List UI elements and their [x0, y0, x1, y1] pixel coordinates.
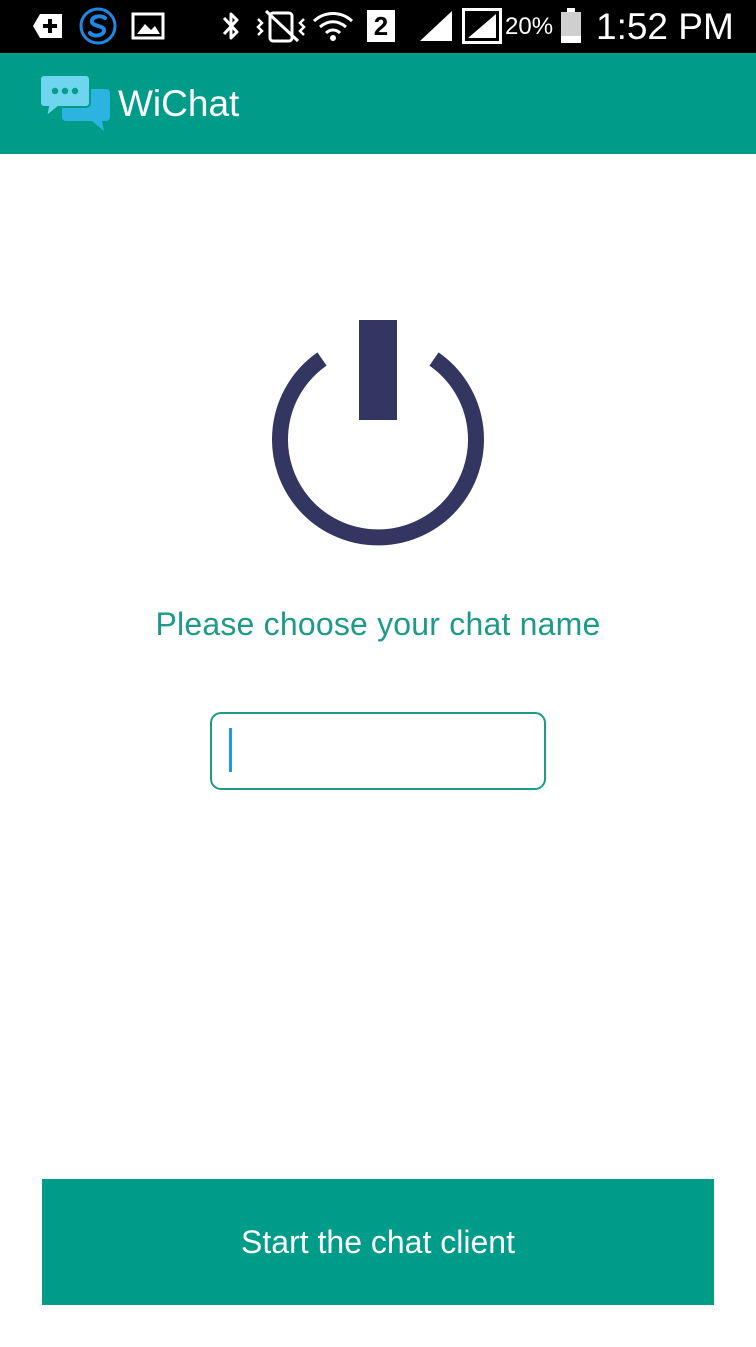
start-chat-button-label: Start the chat client	[241, 1223, 515, 1260]
text-caret	[229, 728, 232, 772]
chat-name-input[interactable]	[212, 714, 544, 788]
battery-icon	[558, 8, 584, 44]
image-icon	[130, 8, 166, 44]
vibrate-icon	[256, 8, 308, 44]
bluetooth-icon	[216, 8, 246, 44]
sim-2-icon: 2	[366, 8, 396, 44]
status-bar: 2 20% 1:52 PM	[0, 0, 756, 53]
app-bar: WiChat	[0, 53, 756, 154]
clock: 1:52 PM	[596, 6, 734, 47]
chat-name-prompt: Please choose your chat name	[155, 606, 601, 642]
wifi-icon	[312, 8, 354, 44]
battery-percent: 20%	[505, 13, 554, 40]
s-app-icon	[78, 7, 118, 45]
app-title: WiChat	[118, 83, 240, 124]
power-icon	[270, 318, 486, 548]
signal-icon	[418, 8, 454, 44]
start-chat-button[interactable]: Start the chat client	[42, 1179, 714, 1305]
add-notification-icon	[30, 8, 66, 44]
sim-2-label: 2	[367, 10, 395, 42]
chat-name-field[interactable]	[210, 712, 546, 790]
signal-r-icon	[462, 8, 502, 44]
chat-bubbles-icon	[39, 74, 110, 131]
